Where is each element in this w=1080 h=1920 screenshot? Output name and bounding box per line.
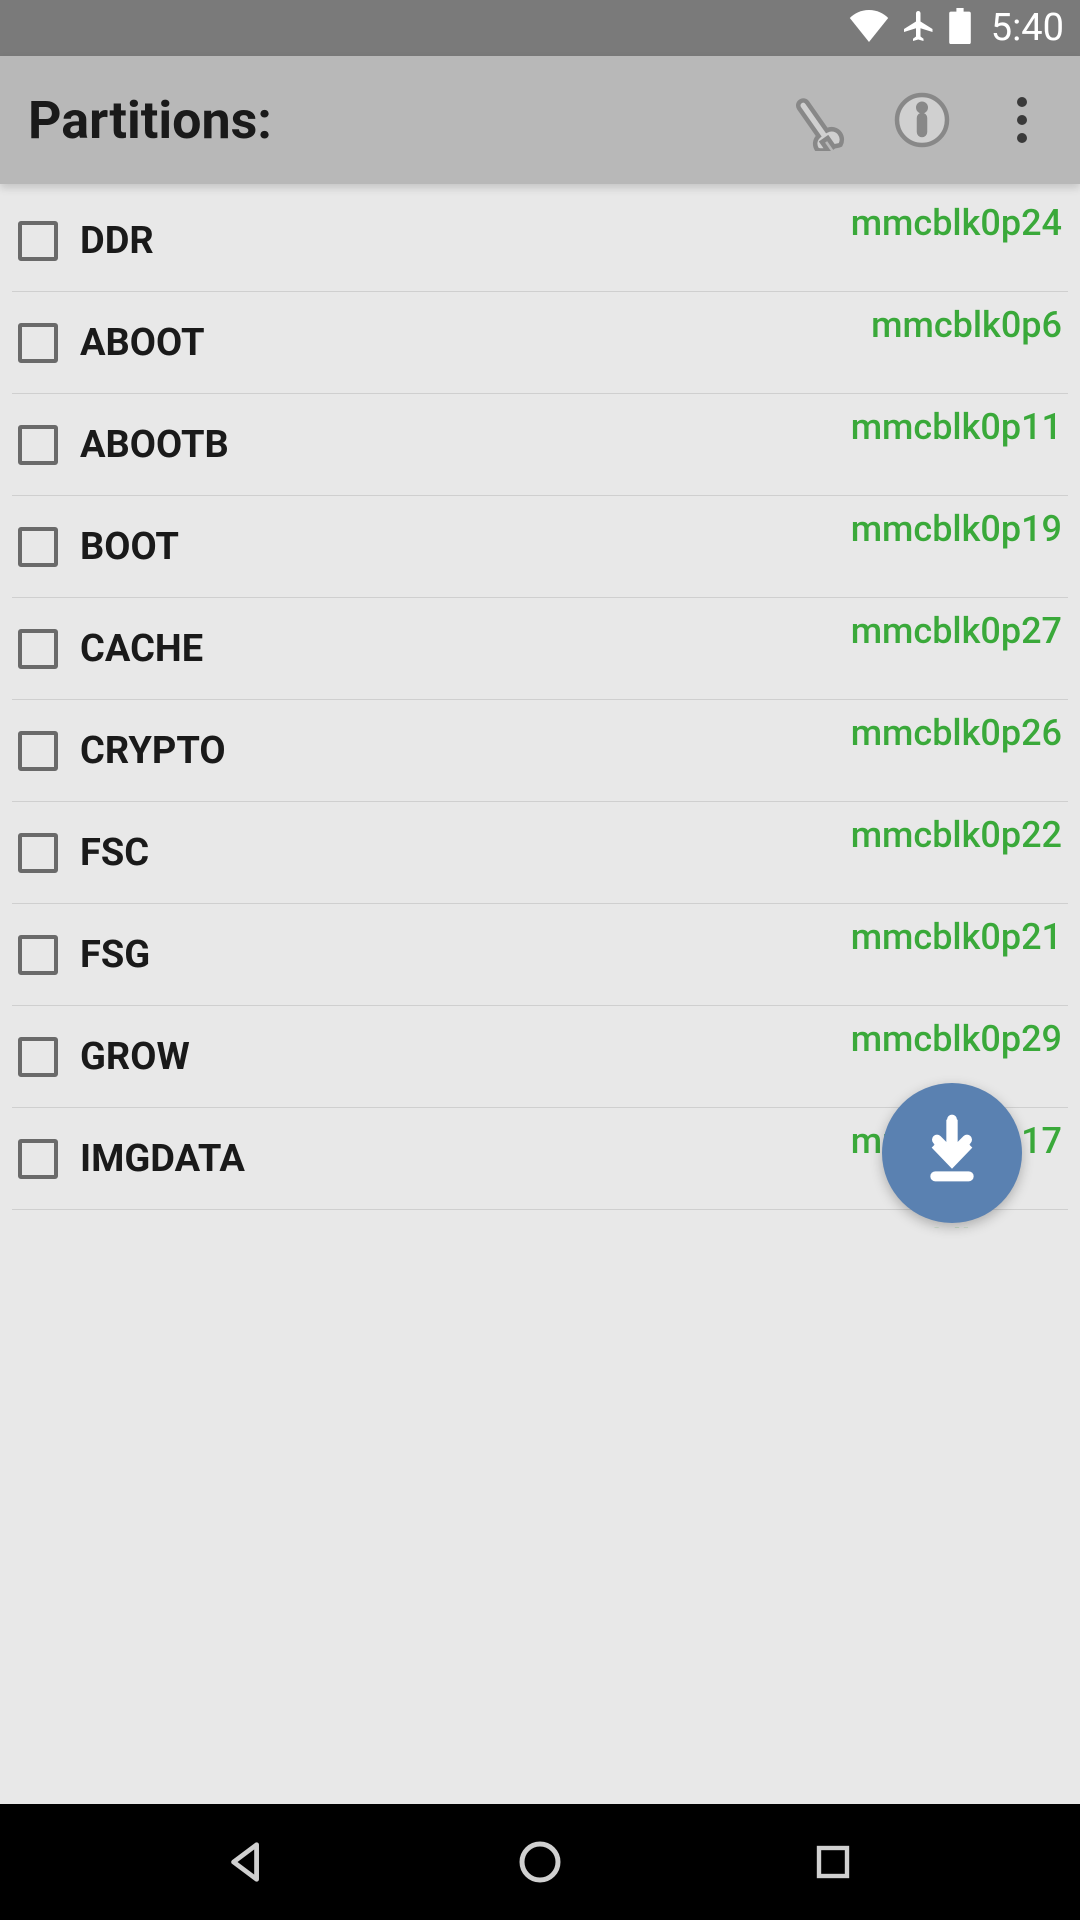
checkbox[interactable] [18, 1037, 58, 1077]
list-item[interactable]: CACHEmmcblk0p27 [12, 598, 1068, 700]
list-item[interactable]: ABOOTmmcblk0p6 [12, 292, 1068, 394]
partition-device: mmcblk0p21 [851, 916, 1062, 958]
list-item[interactable]: FSGmmcblk0p21 [12, 904, 1068, 1006]
partition-label: IMGDATA [80, 1137, 851, 1181]
back-button[interactable] [217, 1832, 277, 1892]
partition-device: mmcblk0p29 [851, 1018, 1062, 1060]
wifi-icon [849, 10, 889, 46]
info-icon[interactable] [892, 90, 952, 150]
partition-label: DDR [80, 219, 851, 263]
partition-device: mmcblk0p19 [851, 508, 1062, 550]
checkbox[interactable] [18, 833, 58, 873]
partition-label: CRYPTO [80, 729, 851, 773]
home-button[interactable] [510, 1832, 570, 1892]
status-bar: 5:40 [0, 0, 1080, 56]
checkbox[interactable] [18, 1139, 58, 1179]
partition-device: mmcblk0p27 [851, 610, 1062, 652]
partition-label: FSG [80, 933, 851, 977]
partition-device: mmcblk0p22 [851, 814, 1062, 856]
app-bar: Partitions: [0, 56, 1080, 184]
partition-label: ABOOT [80, 321, 871, 365]
checkbox[interactable] [18, 425, 58, 465]
airplane-icon [901, 8, 937, 48]
list-item[interactable]: ABOOTBmmcblk0p11 [12, 394, 1068, 496]
wrench-icon[interactable] [792, 90, 852, 150]
checkbox[interactable] [18, 527, 58, 567]
checkbox[interactable] [18, 323, 58, 363]
partition-device: mmcblk0p18 [851, 1222, 1062, 1228]
partition-label: BOOT [80, 525, 851, 569]
partition-device: mmcblk0p11 [851, 406, 1062, 448]
partition-label: CACHE [80, 627, 851, 671]
list-item[interactable]: CRYPTOmmcblk0p26 [12, 700, 1068, 802]
checkbox[interactable] [18, 935, 58, 975]
partition-list: DDRmmcblk0p24ABOOTmmcblk0p6ABOOTBmmcblk0… [0, 184, 1080, 1228]
recents-button[interactable] [803, 1832, 863, 1892]
partition-label: FSC [80, 831, 851, 875]
list-item[interactable]: FSCmmcblk0p22 [12, 802, 1068, 904]
navigation-bar [0, 1804, 1080, 1920]
list-item[interactable]: GROWmmcblk0p29 [12, 1006, 1068, 1108]
page-title: Partitions: [28, 90, 792, 151]
partition-label: ABOOTB [80, 423, 851, 467]
download-fab[interactable] [882, 1083, 1022, 1223]
checkbox[interactable] [18, 731, 58, 771]
app-bar-actions [792, 90, 1052, 150]
battery-icon [949, 8, 971, 48]
list-item[interactable]: DDRmmcblk0p24 [12, 190, 1068, 292]
partition-label: GROW [80, 1035, 851, 1079]
status-time: 5:40 [991, 6, 1064, 50]
partition-device: mmcblk0p26 [851, 712, 1062, 754]
checkbox[interactable] [18, 629, 58, 669]
partition-device: mmcblk0p24 [851, 202, 1062, 244]
checkbox[interactable] [18, 221, 58, 261]
partition-device: mmcblk0p6 [871, 304, 1062, 346]
list-item[interactable]: BOOTmmcblk0p19 [12, 496, 1068, 598]
overflow-menu-icon[interactable] [992, 90, 1052, 150]
list-item[interactable]: mmcblk0p18 [12, 1210, 1068, 1228]
